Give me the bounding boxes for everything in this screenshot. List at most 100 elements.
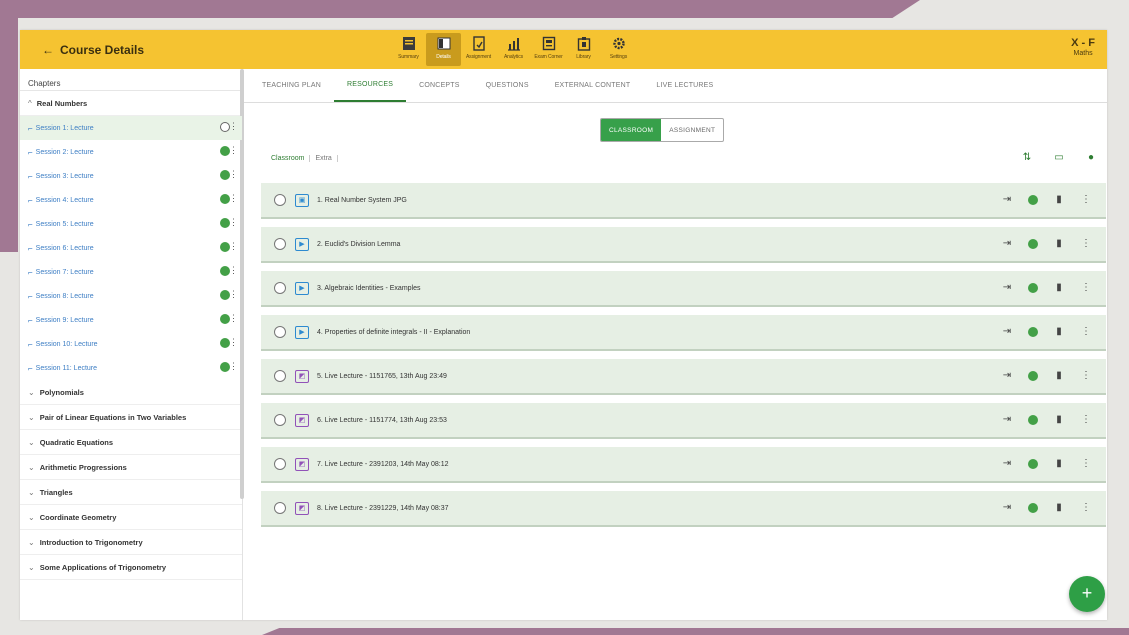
tab-concepts[interactable]: CONCEPTS <box>406 69 473 102</box>
session-item[interactable]: ⌐ Session 3: Lecture ⋮ <box>20 164 242 188</box>
more-vert-icon[interactable]: ⋮ <box>1080 414 1092 426</box>
tab-live-lectures[interactable]: LIVE LECTURES <box>643 69 726 102</box>
camera-icon[interactable]: ● <box>1085 152 1097 164</box>
delete-icon[interactable]: ▮ <box>1053 238 1065 250</box>
session-item[interactable]: ⌐ Session 1: Lecture ⋮ <box>20 116 242 140</box>
add-resource-button[interactable]: + <box>1069 576 1105 612</box>
more-vert-icon[interactable]: ⋮ <box>229 361 238 372</box>
chapter-item[interactable]: ⌄ Pair of Linear Equations in Two Variabl… <box>20 405 242 430</box>
chapter-item[interactable]: ⌄ Arithmetic Progressions <box>20 455 242 480</box>
check-circle-icon[interactable] <box>1028 459 1038 469</box>
chapter-item[interactable]: ⌄ Triangles <box>20 480 242 505</box>
more-vert-icon[interactable]: ⋮ <box>229 265 238 276</box>
more-vert-icon[interactable]: ⋮ <box>1080 238 1092 250</box>
assignment-toggle-button[interactable]: ASSIGNMENT <box>661 119 723 141</box>
more-vert-icon[interactable]: ⋮ <box>229 337 238 348</box>
delete-icon[interactable]: ▮ <box>1053 326 1065 338</box>
select-radio[interactable] <box>274 458 286 470</box>
nav-library[interactable]: Library <box>566 33 601 66</box>
session-item[interactable]: ⌐ Session 11: Lecture ⋮ <box>20 356 242 380</box>
delete-icon[interactable]: ▮ <box>1053 458 1065 470</box>
more-vert-icon[interactable]: ⋮ <box>1080 194 1092 206</box>
select-radio[interactable] <box>274 194 286 206</box>
exit-icon[interactable]: ⇥ <box>1001 502 1013 514</box>
exit-icon[interactable]: ⇥ <box>1001 282 1013 294</box>
more-vert-icon[interactable]: ⋮ <box>229 313 238 324</box>
resource-row[interactable]: ◩ 7. Live Lecture - 2391203, 14th May 08… <box>261 447 1106 483</box>
resource-row[interactable]: ◩ 8. Live Lecture - 2391229, 14th May 08… <box>261 491 1106 527</box>
select-radio[interactable] <box>274 370 286 382</box>
chapter-item[interactable]: ⌄ Some Applications of Trigonometry <box>20 555 242 580</box>
chapter-item[interactable]: ⌄ Polynomials <box>20 380 242 405</box>
more-vert-icon[interactable]: ⋮ <box>229 217 238 228</box>
more-vert-icon[interactable]: ⋮ <box>229 193 238 204</box>
chapter-item[interactable]: ⌄ Introduction to Trigonometry <box>20 530 242 555</box>
tab-external-content[interactable]: EXTERNAL CONTENT <box>542 69 644 102</box>
chapter-item[interactable]: ⌄ Quadratic Equations <box>20 430 242 455</box>
more-vert-icon[interactable]: ⋮ <box>229 169 238 180</box>
exit-icon[interactable]: ⇥ <box>1001 458 1013 470</box>
more-vert-icon[interactable]: ⋮ <box>229 241 238 252</box>
subtab-classroom[interactable]: Classroom <box>266 155 311 162</box>
resource-row[interactable]: ◩ 5. Live Lecture - 1151765, 13th Aug 23… <box>261 359 1106 395</box>
exit-icon[interactable]: ⇥ <box>1001 326 1013 338</box>
select-radio[interactable] <box>274 238 286 250</box>
resource-row[interactable]: ▶ 3. Algebraic Identities - Examples ⇥ ▮… <box>261 271 1106 307</box>
check-circle-icon[interactable] <box>1028 327 1038 337</box>
exit-icon[interactable]: ⇥ <box>1001 238 1013 250</box>
more-vert-icon[interactable]: ⋮ <box>1080 326 1092 338</box>
resource-row[interactable]: ▶ 2. Euclid's Division Lemma ⇥ ▮ ⋮ <box>261 227 1106 263</box>
back-button[interactable]: ← Course Details <box>42 43 144 57</box>
check-circle-icon[interactable] <box>1028 415 1038 425</box>
more-vert-icon[interactable]: ⋮ <box>1080 458 1092 470</box>
resource-row[interactable]: ◩ 6. Live Lecture - 1151774, 13th Aug 23… <box>261 403 1106 439</box>
classroom-toggle-button[interactable]: CLASSROOM <box>601 119 662 141</box>
session-item[interactable]: ⌐ Session 9: Lecture ⋮ <box>20 308 242 332</box>
exit-icon[interactable]: ⇥ <box>1001 370 1013 382</box>
delete-icon[interactable]: ▮ <box>1053 194 1065 206</box>
exit-icon[interactable]: ⇥ <box>1001 194 1013 206</box>
check-circle-icon[interactable] <box>1028 195 1038 205</box>
nav-summary[interactable]: Summary <box>391 33 426 66</box>
delete-icon[interactable]: ▮ <box>1053 502 1065 514</box>
check-circle-icon[interactable] <box>1028 371 1038 381</box>
session-item[interactable]: ⌐ Session 10: Lecture ⋮ <box>20 332 242 356</box>
select-radio[interactable] <box>274 282 286 294</box>
tab-resources[interactable]: RESOURCES <box>334 69 407 102</box>
more-vert-icon[interactable]: ⋮ <box>229 289 238 300</box>
resource-row[interactable]: ▣ 1. Real Number System JPG ⇥ ▮ ⋮ <box>261 183 1106 219</box>
nav-settings[interactable]: Settings <box>601 33 636 66</box>
exit-icon[interactable]: ⇥ <box>1001 414 1013 426</box>
check-circle-icon[interactable] <box>1028 283 1038 293</box>
session-item[interactable]: ⌐ Session 6: Lecture ⋮ <box>20 236 242 260</box>
chapter-item[interactable]: ⌄ Coordinate Geometry <box>20 505 242 530</box>
select-radio[interactable] <box>274 414 286 426</box>
tab-teaching-plan[interactable]: TEACHING PLAN <box>249 69 334 102</box>
resource-row[interactable]: ▶ 4. Properties of definite integrals - … <box>261 315 1106 351</box>
session-item[interactable]: ⌐ Session 8: Lecture ⋮ <box>20 284 242 308</box>
subtab-extra[interactable]: Extra <box>310 155 338 162</box>
check-circle-icon[interactable] <box>1028 503 1038 513</box>
session-item[interactable]: ⌐ Session 4: Lecture ⋮ <box>20 188 242 212</box>
check-circle-icon[interactable] <box>1028 239 1038 249</box>
cast-icon[interactable]: ▭ <box>1053 152 1065 164</box>
delete-icon[interactable]: ▮ <box>1053 414 1065 426</box>
session-item[interactable]: ⌐ Session 2: Lecture ⋮ <box>20 140 242 164</box>
session-item[interactable]: ⌐ Session 7: Lecture ⋮ <box>20 260 242 284</box>
translate-icon[interactable]: ⇅ <box>1021 152 1033 164</box>
more-vert-icon[interactable]: ⋮ <box>229 121 238 132</box>
session-item[interactable]: ⌐ Session 5: Lecture ⋮ <box>20 212 242 236</box>
chapter-item[interactable]: ^ Real Numbers <box>20 91 242 116</box>
tab-questions[interactable]: QUESTIONS <box>473 69 542 102</box>
more-vert-icon[interactable]: ⋮ <box>229 145 238 156</box>
more-vert-icon[interactable]: ⋮ <box>1080 370 1092 382</box>
nav-exam-corner[interactable]: Exam Corner <box>531 33 566 66</box>
delete-icon[interactable]: ▮ <box>1053 370 1065 382</box>
nav-details[interactable]: Details <box>426 33 461 66</box>
more-vert-icon[interactable]: ⋮ <box>1080 282 1092 294</box>
select-radio[interactable] <box>274 502 286 514</box>
more-vert-icon[interactable]: ⋮ <box>1080 502 1092 514</box>
nav-assignment[interactable]: Assignment <box>461 33 496 66</box>
delete-icon[interactable]: ▮ <box>1053 282 1065 294</box>
select-radio[interactable] <box>274 326 286 338</box>
